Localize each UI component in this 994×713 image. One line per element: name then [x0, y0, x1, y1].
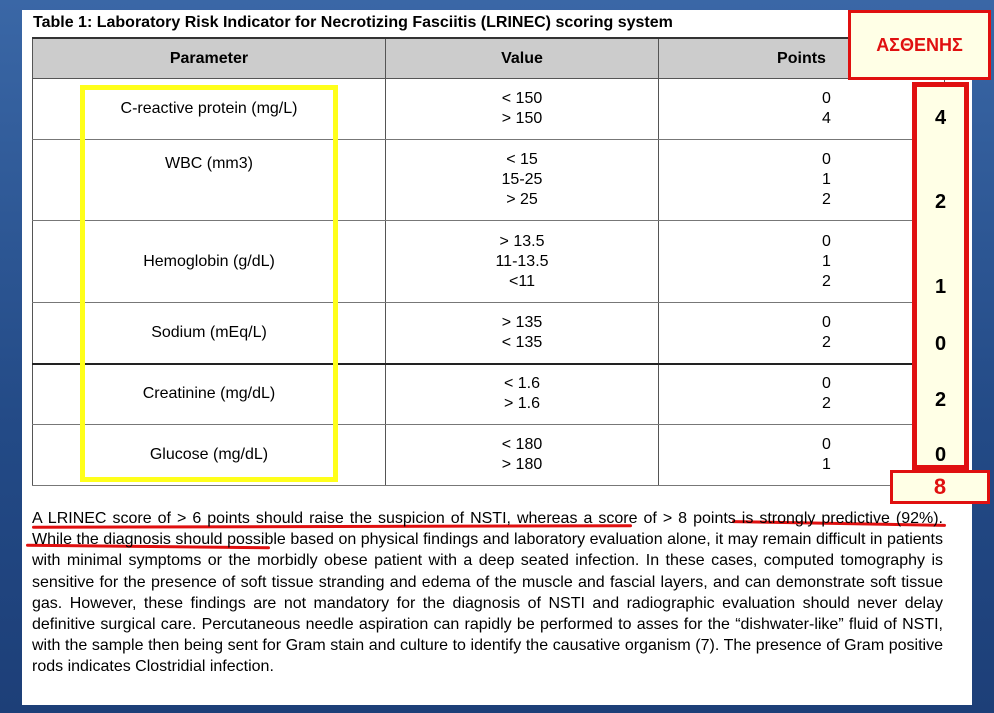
row-points: 0 1 2 — [658, 139, 945, 221]
value-line: > 180 — [501, 456, 543, 473]
value-line: < 180 — [501, 436, 543, 453]
row-values: < 1.6 > 1.6 — [385, 363, 659, 425]
patient-header: ΑΣΘΕΝΗΣ — [848, 10, 991, 80]
points-line: 0 — [822, 232, 831, 250]
header-value: Value — [385, 37, 659, 79]
value-line: < 135 — [501, 333, 543, 351]
points-line: 2 — [822, 191, 831, 208]
patient-score: 4 — [934, 107, 947, 129]
parameter-highlight-box — [80, 85, 338, 482]
points-line: 2 — [822, 395, 831, 413]
patient-score: 2 — [934, 389, 947, 411]
body-paragraph: A LRINEC score of > 6 points should rais… — [32, 510, 943, 676]
points-line: 1 — [822, 171, 831, 188]
row-values: > 13.5 11-13.5 <11 — [385, 220, 659, 303]
table-title: Table 1: Laboratory Risk Indicator for N… — [33, 14, 673, 31]
patient-score: 2 — [934, 191, 947, 213]
value-line: 15-25 — [501, 171, 543, 188]
value-line: 11-13.5 — [495, 252, 549, 270]
points-line: 0 — [822, 90, 831, 107]
row-values: < 180 > 180 — [385, 424, 659, 486]
points-line: 1 — [822, 252, 831, 270]
row-points: 0 4 — [658, 78, 945, 140]
patient-total-score: 8 — [890, 470, 990, 504]
row-points: 0 2 — [658, 302, 945, 365]
points-line: 0 — [822, 313, 831, 331]
points-line: 2 — [822, 272, 831, 290]
patient-score: 0 — [934, 444, 947, 466]
value-line: > 13.5 — [499, 232, 545, 250]
points-line: 4 — [822, 110, 831, 127]
row-values: < 15 15-25 > 25 — [385, 139, 659, 221]
value-line: < 1.6 — [503, 375, 541, 393]
table-header-row: Parameter Value Points — [32, 37, 945, 79]
row-points: 0 2 — [658, 363, 945, 425]
header-parameter: Parameter — [32, 37, 386, 79]
patient-score: 0 — [934, 333, 947, 355]
points-line: 0 — [822, 151, 831, 168]
value-line: > 150 — [501, 110, 543, 127]
patient-score-column: 4 2 1 0 2 0 — [912, 82, 969, 470]
row-values: > 135 < 135 — [385, 302, 659, 365]
value-line: > 25 — [506, 191, 538, 208]
row-points: 0 1 2 — [658, 220, 945, 303]
value-line: <11 — [509, 272, 535, 290]
points-line: 0 — [822, 436, 831, 453]
slide: { "title": "Table 1: Laboratory Risk Ind… — [0, 0, 994, 713]
row-values: < 150 > 150 — [385, 78, 659, 140]
patient-score: 1 — [934, 276, 947, 298]
points-line: 2 — [822, 333, 831, 351]
value-line: > 135 — [501, 313, 543, 331]
value-line: > 1.6 — [503, 395, 541, 413]
value-line: < 150 — [501, 90, 543, 107]
points-line: 0 — [822, 375, 831, 393]
value-line: < 15 — [506, 151, 538, 168]
